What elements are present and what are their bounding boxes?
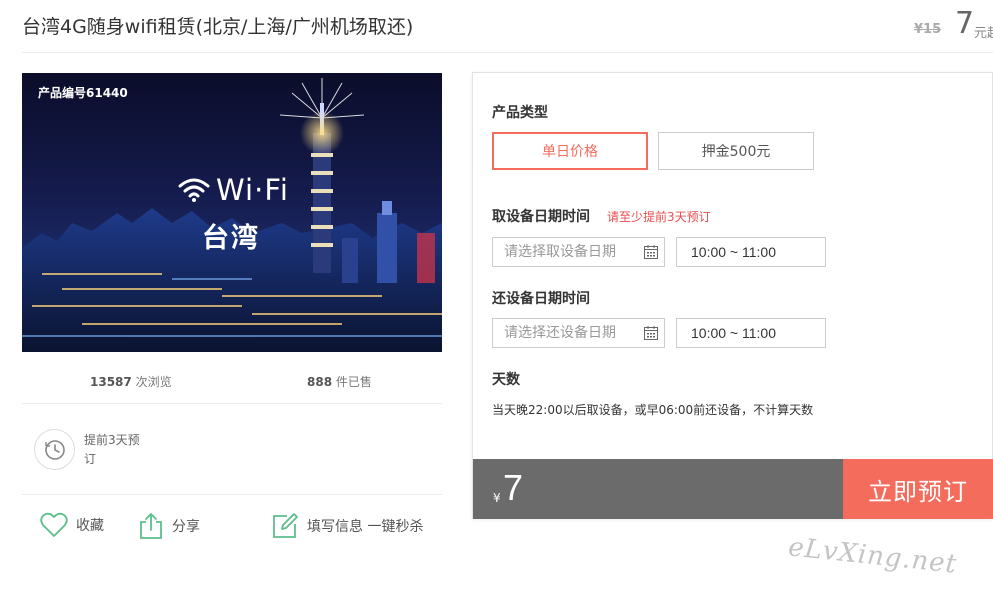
days-rule-note: 当天晚22:00以后取设备，或早06:00前还设备，不计算天数 — [492, 403, 814, 417]
site-watermark: eLvXing.net — [786, 532, 959, 580]
booking-panel: 产品类型 单日价格 押金500元 取设备日期时间 请至少提前3天预订 10:00… — [472, 72, 993, 519]
views-count: 13587 — [90, 375, 132, 389]
clock-icon — [44, 439, 65, 460]
header-divider — [22, 52, 993, 53]
product-type-label: 产品类型 — [492, 105, 548, 121]
pickup-time-select[interactable]: 10:00 ~ 11:00 — [676, 237, 826, 267]
quick-fill-button[interactable]: 填写信息 一键秒杀 — [271, 512, 423, 540]
pickup-advance-note: 请至少提前3天预订 — [607, 210, 711, 224]
book-now-button[interactable]: 立即预订 — [843, 459, 993, 519]
advance-booking-text: 提前3天预订 — [84, 433, 140, 466]
type-option-deposit[interactable]: 押金500元 — [658, 132, 814, 170]
quick-fill-label: 填写信息 一键秒杀 — [307, 519, 424, 535]
wifi-text: Wi·Fi — [216, 173, 289, 207]
edit-icon — [273, 513, 298, 538]
views-stat: 13587 次浏览 — [90, 373, 172, 390]
product-code-label: 产品编号61440 — [38, 86, 128, 100]
share-button[interactable]: 分享 — [138, 512, 200, 540]
favorite-button[interactable]: 收藏 — [40, 512, 104, 538]
wifi-icon — [178, 178, 210, 202]
product-image: 产品编号61440 Wi·Fi 台湾 — [22, 73, 442, 352]
actions-divider — [22, 494, 442, 495]
pickup-date-label: 取设备日期时间 — [492, 209, 590, 225]
original-price: ¥15 — [914, 22, 942, 37]
return-date-label: 还设备日期时间 — [492, 291, 590, 307]
sold-stat: 888 件已售 — [307, 373, 372, 390]
currency-symbol: ¥ — [493, 491, 501, 505]
header-price-unit: 元起 — [974, 26, 993, 41]
stats-divider — [22, 403, 442, 404]
sold-label: 件已售 — [335, 375, 372, 389]
favorite-label: 收藏 — [76, 518, 104, 534]
calendar-icon[interactable] — [643, 325, 659, 341]
days-label: 天数 — [492, 372, 520, 388]
pickup-date-input[interactable] — [492, 237, 665, 267]
calendar-icon[interactable] — [643, 244, 659, 260]
return-date-input[interactable] — [492, 318, 665, 348]
total-price-bar: ¥ 7 — [473, 459, 843, 519]
heart-icon — [40, 512, 68, 537]
region-text: 台湾 — [202, 223, 260, 254]
total-price: 7 — [503, 467, 524, 508]
city-skyline-illustration — [22, 78, 442, 352]
clock-badge — [34, 429, 75, 470]
type-option-daily[interactable]: 单日价格 — [492, 132, 648, 170]
header-price: 7 — [955, 6, 975, 41]
wifi-logo: Wi·Fi — [178, 173, 289, 207]
product-title: 台湾4G随身wifi租赁(北京/上海/广州机场取还) — [22, 16, 414, 38]
views-label: 次浏览 — [135, 375, 172, 389]
share-icon — [140, 512, 162, 539]
share-label: 分享 — [172, 519, 200, 535]
sold-count: 888 — [307, 375, 333, 389]
return-time-select[interactable]: 10:00 ~ 11:00 — [676, 318, 826, 348]
